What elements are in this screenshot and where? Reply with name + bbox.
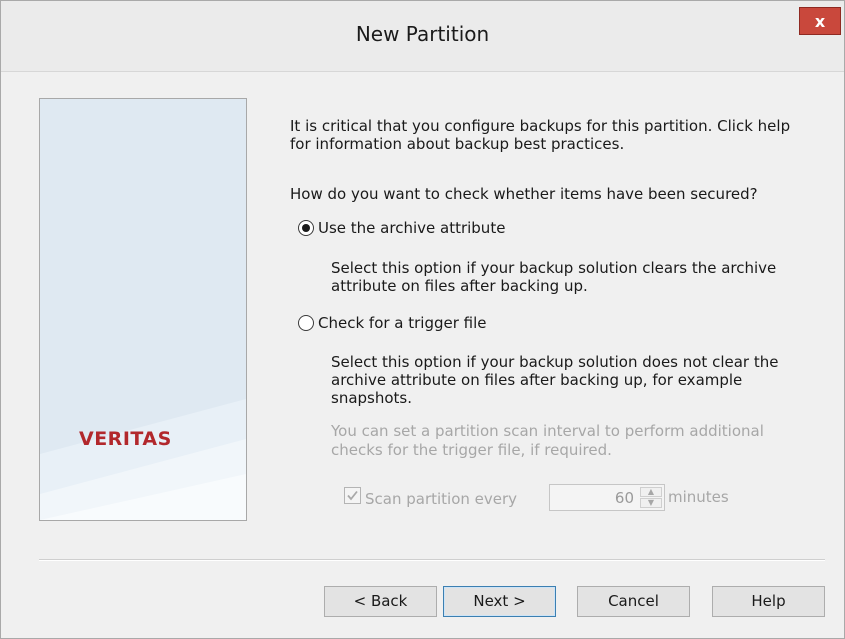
scan-interval-unit: minutes	[668, 488, 729, 506]
cancel-button[interactable]: Cancel	[577, 586, 690, 617]
spin-down-icon[interactable]: ▼	[640, 498, 662, 508]
spin-up-icon[interactable]: ▲	[640, 487, 662, 497]
question-text: How do you want to check whether items h…	[290, 185, 758, 203]
veritas-logo: VERITAS	[79, 428, 172, 450]
option-archive-attribute-label[interactable]: Use the archive attribute	[318, 219, 505, 237]
checkmark-icon	[347, 490, 358, 501]
option-archive-attribute-desc-line-2: attribute on files after backing up.	[331, 277, 588, 295]
option-archive-attribute-desc-line-1: Select this option if your backup soluti…	[331, 259, 777, 277]
option-trigger-file-desc-line-2: archive attribute on files after backing…	[331, 371, 743, 389]
scan-note-line-2: checks for the trigger file, if required…	[331, 441, 612, 459]
radio-trigger-file[interactable]	[298, 315, 314, 331]
new-partition-dialog: New Partition x VERITAS It is critical t…	[0, 0, 845, 639]
close-button[interactable]: x	[799, 7, 841, 35]
button-separator	[39, 559, 825, 561]
scan-interval-value[interactable]: 60	[615, 489, 634, 507]
scan-partition-label: Scan partition every	[365, 490, 518, 508]
scan-note-line-1: You can set a partition scan interval to…	[331, 422, 764, 440]
title-bar: New Partition x	[1, 1, 844, 72]
side-panel-background	[40, 399, 246, 520]
wizard-side-panel: VERITAS	[39, 98, 247, 521]
option-trigger-file-desc-line-3: snapshots.	[331, 389, 412, 407]
help-button[interactable]: Help	[712, 586, 825, 617]
intro-text-line-1: It is critical that you configure backup…	[290, 117, 791, 135]
intro-text-line-2: for information about backup best practi…	[290, 135, 625, 153]
radio-selected-dot	[302, 224, 310, 232]
option-trigger-file-desc-line-1: Select this option if your backup soluti…	[331, 353, 779, 371]
spinner-arrows: ▲ ▼	[640, 487, 662, 508]
scan-interval-spinner[interactable]: 60 ▲ ▼	[549, 484, 665, 511]
radio-archive-attribute[interactable]	[298, 220, 314, 236]
option-trigger-file-label[interactable]: Check for a trigger file	[318, 314, 487, 332]
scan-partition-checkbox[interactable]	[344, 487, 361, 504]
next-button[interactable]: Next >	[443, 586, 556, 617]
back-button[interactable]: < Back	[324, 586, 437, 617]
window-title: New Partition	[355, 22, 490, 46]
